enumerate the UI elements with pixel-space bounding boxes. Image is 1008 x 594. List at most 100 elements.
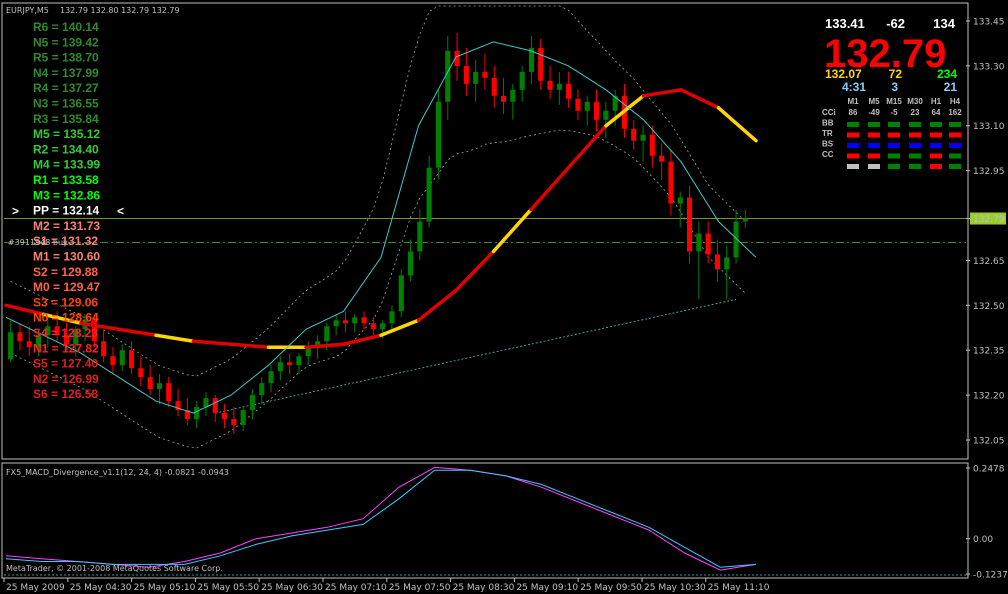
candle-body [389,311,395,324]
candle-body [482,71,488,78]
macd-title: FX5_MACD_Divergence_v1.1(12, 24, 4) -0.0… [6,468,229,477]
pivot-level-label: N2 = 126.99 [33,372,99,386]
macd-pane-border [1,462,969,579]
copyright-text: MetaTrader, © 2001-2008 MetaQuotes Softw… [6,564,223,573]
price-axis-label: 132.65 [973,257,1005,267]
candle-body [361,317,367,324]
signal-cell [868,153,880,159]
candle-body [435,101,442,168]
candle-body [277,362,283,372]
candle-body [212,398,218,414]
main-chart[interactable]: 0.2478 0.00 -0.1237 133.45 133.30 133.10 132.… [0,0,1008,594]
session-high: 133.41 [825,16,865,31]
pivot-level-label: M1 = 130.60 [33,250,100,264]
pivot-level-label: N5 = 139.42 [33,35,99,49]
candle-body [407,251,414,276]
indicator-row-label: BB [822,119,834,128]
pivot-level-label: S3 = 129.06 [33,295,98,309]
pivot-level-label: N3 = 136.55 [33,97,99,111]
signal-cell [868,132,880,138]
signal-cell [847,164,859,169]
candle-body [249,395,256,411]
candle-body [510,89,516,102]
time-axis-label: 25 May 08:30 [453,583,515,593]
time-axis-label: 25 May 09:50 [580,583,642,593]
candle-body [370,323,376,330]
candle-body [696,233,702,252]
price-axis-label: 133.45 [973,17,1005,27]
signal-cell [847,132,859,138]
candle-body [128,350,135,369]
price-axis-label: 132.95 [973,167,1005,177]
timeframe-label: H4 [950,97,961,106]
candle-body [221,413,228,420]
signal-cell [888,164,900,169]
price-axis-label: 133.10 [973,122,1005,132]
timeframe-label: M15 [886,97,902,106]
candle-body [8,332,14,360]
pivot-level-label: M3 = 132.86 [33,188,100,202]
candle-body [17,332,23,342]
candle-body [463,65,469,84]
timeframe-label: M5 [868,97,880,106]
pivot-level-label: S5 = 127.40 [33,357,98,371]
slow-ma-segment [679,88,721,110]
trend-line [215,298,737,414]
price-axis-label: 132.20 [973,392,1005,402]
candle-body [473,71,479,84]
cci-value: -49 [868,108,880,117]
value-two: 21 [944,80,958,94]
session-low: 132.07 [825,67,862,81]
signal-cell [868,164,880,169]
candle-body [194,407,200,420]
candle-body [575,98,581,111]
candle-body [352,317,358,324]
cci-value: 23 [911,108,920,117]
candle-body [342,320,349,324]
signal-cell [949,132,961,138]
candle-body [138,368,144,378]
signal-cell [868,122,880,127]
lower-band [10,129,746,449]
macd-series-line [5,466,757,571]
signal-cell [949,164,961,169]
upper-band [10,5,746,377]
pivot-level-label: M4 = 133.99 [33,158,100,172]
candle-body [101,341,107,357]
pivot-level-label: N4 = 137.99 [33,66,99,80]
cci-value: -5 [890,108,898,117]
pivot-marker-left: > [12,204,19,218]
slow-ma-segment [641,88,683,98]
pivot-level-label: R3 = 135.84 [33,112,99,126]
pivot-level-label: M5 = 135.12 [33,127,100,141]
indicator-row-label: CCi [822,108,836,117]
pivot-level-label: R5 = 138.70 [33,51,99,65]
macd-series-line [5,469,757,568]
time-axis-label: 25 May 04:30 [70,583,132,593]
candle-body [566,83,572,99]
timeframe-label: M1 [847,97,859,106]
slow-ma-segment [304,342,346,349]
timeframe-label: H1 [931,97,942,106]
price-axis-label: 133.30 [973,62,1005,72]
pivot-level-label: R6 = 140.14 [33,20,99,34]
price-axis-label: 132.50 [973,302,1005,312]
candle-body [640,134,646,141]
candle-body [333,320,339,327]
candle-body [231,419,237,426]
points-two: 234 [937,67,957,81]
cci-value: 162 [948,108,962,117]
signal-cell [930,143,942,148]
range-value: 134 [933,16,955,31]
candle-body [584,101,590,111]
pivot-level-label: S2 = 129.88 [33,265,98,279]
candle-body [714,254,721,270]
order-label: #3911948 buy [8,238,68,247]
candle-body [417,221,423,252]
indicator-row-label: TR [822,129,833,138]
candle-body [668,161,674,204]
signal-cell [909,164,921,169]
price-axis-label: 132.79 [973,215,1005,225]
signal-cell [930,132,942,138]
candle-body [724,257,730,270]
